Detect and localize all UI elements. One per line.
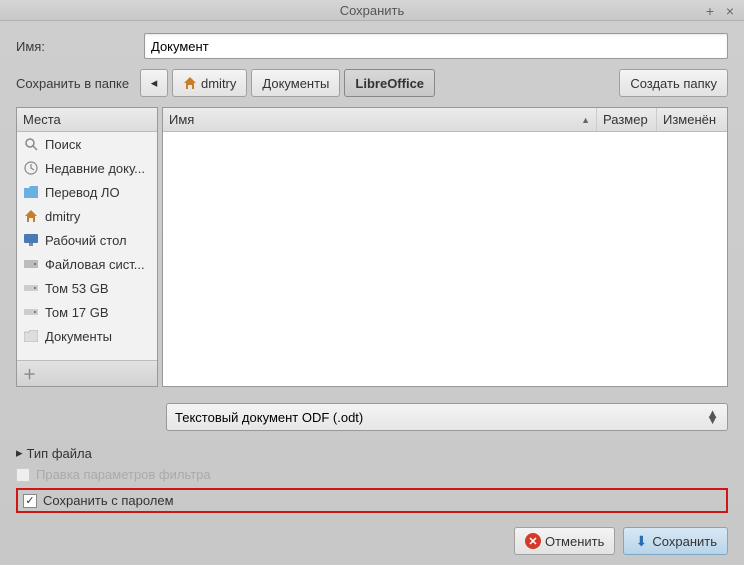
places-item-label: dmitry <box>45 209 80 224</box>
places-item-label: Файловая сист... <box>45 257 145 272</box>
name-row: Имя: <box>16 33 728 59</box>
window-title: Сохранить <box>340 3 405 18</box>
filter-params-checkbox-row: Правка параметров фильтра <box>16 467 728 482</box>
dialog-footer: ✕ Отменить ⬇ Сохранить <box>16 523 728 555</box>
file-list-panel: Имя ▲ Размер Изменён <box>162 107 728 387</box>
filetype-row: Текстовый документ ODF (.odt) ▲▼ <box>16 403 728 431</box>
places-list: Поиск Недавние доку... Перевод ЛО dmitry <box>17 132 157 360</box>
select-arrows-icon: ▲▼ <box>706 411 719 423</box>
breadcrumb-item-label: LibreOffice <box>355 76 424 91</box>
places-item-label: Поиск <box>45 137 81 152</box>
breadcrumb-row: Сохранить в папке ◂ dmitry Документы Lib… <box>16 69 728 97</box>
file-list-header: Имя ▲ Размер Изменён <box>163 108 727 132</box>
save-with-password-checkbox-row[interactable]: ✓ Сохранить с паролем <box>23 493 174 508</box>
download-icon: ⬇ <box>634 534 648 548</box>
column-size[interactable]: Размер <box>597 108 657 131</box>
save-in-folder-label: Сохранить в папке <box>16 76 136 91</box>
places-item-label: Том 53 GB <box>45 281 109 296</box>
breadcrumb-home[interactable]: dmitry <box>172 69 247 97</box>
places-item-folder[interactable]: Перевод ЛО <box>17 180 157 204</box>
folder-icon <box>23 184 39 200</box>
cancel-icon: ✕ <box>525 533 541 549</box>
column-modified[interactable]: Изменён <box>657 108 727 131</box>
places-item-filesystem[interactable]: Файловая сист... <box>17 252 157 276</box>
chevron-left-icon: ◂ <box>151 75 158 91</box>
places-item-volume-17[interactable]: Том 17 GB <box>17 300 157 324</box>
places-item-recent[interactable]: Недавние доку... <box>17 156 157 180</box>
breadcrumb-item-label: dmitry <box>201 76 236 91</box>
checkbox-checked-icon: ✓ <box>23 494 37 508</box>
places-item-label: Перевод ЛО <box>45 185 120 200</box>
home-icon <box>183 76 197 90</box>
places-item-documents[interactable]: Документы <box>17 324 157 348</box>
drive-icon <box>23 304 39 320</box>
places-item-search[interactable]: Поиск <box>17 132 157 156</box>
drive-icon <box>23 280 39 296</box>
checkbox-unchecked-icon <box>16 468 30 482</box>
file-browser: Места Поиск Недавние доку... Перевод ЛО <box>16 107 728 387</box>
save-dialog: Сохранить + × Имя: Сохранить в папке ◂ d… <box>0 0 744 565</box>
breadcrumb-item-label: Документы <box>262 76 329 91</box>
breadcrumb-back-button[interactable]: ◂ <box>140 69 168 97</box>
clock-icon <box>23 160 39 176</box>
filetype-select[interactable]: Текстовый документ ODF (.odt) ▲▼ <box>166 403 728 431</box>
places-footer: ＋ <box>17 360 157 386</box>
places-header: Места <box>17 108 157 132</box>
places-item-label: Том 17 GB <box>45 305 109 320</box>
disk-icon <box>23 256 39 272</box>
highlight-box: ✓ Сохранить с паролем <box>16 488 728 513</box>
create-folder-button[interactable]: Создать папку <box>619 69 728 97</box>
breadcrumb-documents[interactable]: Документы <box>251 69 340 97</box>
add-place-icon[interactable]: ＋ <box>23 364 36 383</box>
sort-ascending-icon: ▲ <box>581 115 590 125</box>
home-icon <box>23 208 39 224</box>
places-item-label: Рабочий стол <box>45 233 127 248</box>
cancel-button[interactable]: ✕ Отменить <box>514 527 615 555</box>
options-block: ▸ Тип файла Правка параметров фильтра ✓ … <box>16 445 728 513</box>
desktop-icon <box>23 232 39 248</box>
places-item-label: Недавние доку... <box>45 161 145 176</box>
save-button[interactable]: ⬇ Сохранить <box>623 527 728 555</box>
close-icon[interactable]: × <box>722 4 738 20</box>
filetype-disclosure[interactable]: ▸ Тип файла <box>16 445 728 461</box>
places-item-volume-53[interactable]: Том 53 GB <box>17 276 157 300</box>
filetype-value: Текстовый документ ODF (.odt) <box>175 410 363 425</box>
places-item-home[interactable]: dmitry <box>17 204 157 228</box>
save-with-password-label: Сохранить с паролем <box>43 493 174 508</box>
titlebar: Сохранить + × <box>0 0 744 21</box>
name-label: Имя: <box>16 39 136 54</box>
triangle-right-icon: ▸ <box>16 445 23 461</box>
places-item-desktop[interactable]: Рабочий стол <box>17 228 157 252</box>
dialog-content: Имя: Сохранить в папке ◂ dmitry Документ… <box>0 21 744 565</box>
minimize-icon[interactable]: + <box>702 4 718 20</box>
breadcrumb-current[interactable]: LibreOffice <box>344 69 435 97</box>
folder-doc-icon <box>23 328 39 344</box>
places-panel: Места Поиск Недавние доку... Перевод ЛО <box>16 107 158 387</box>
column-name[interactable]: Имя ▲ <box>163 108 597 131</box>
filename-input[interactable] <box>144 33 728 59</box>
titlebar-controls: + × <box>702 4 738 20</box>
filter-params-label: Правка параметров фильтра <box>36 467 211 482</box>
places-item-label: Документы <box>45 329 112 344</box>
search-icon <box>23 136 39 152</box>
file-list-body[interactable] <box>163 132 727 386</box>
